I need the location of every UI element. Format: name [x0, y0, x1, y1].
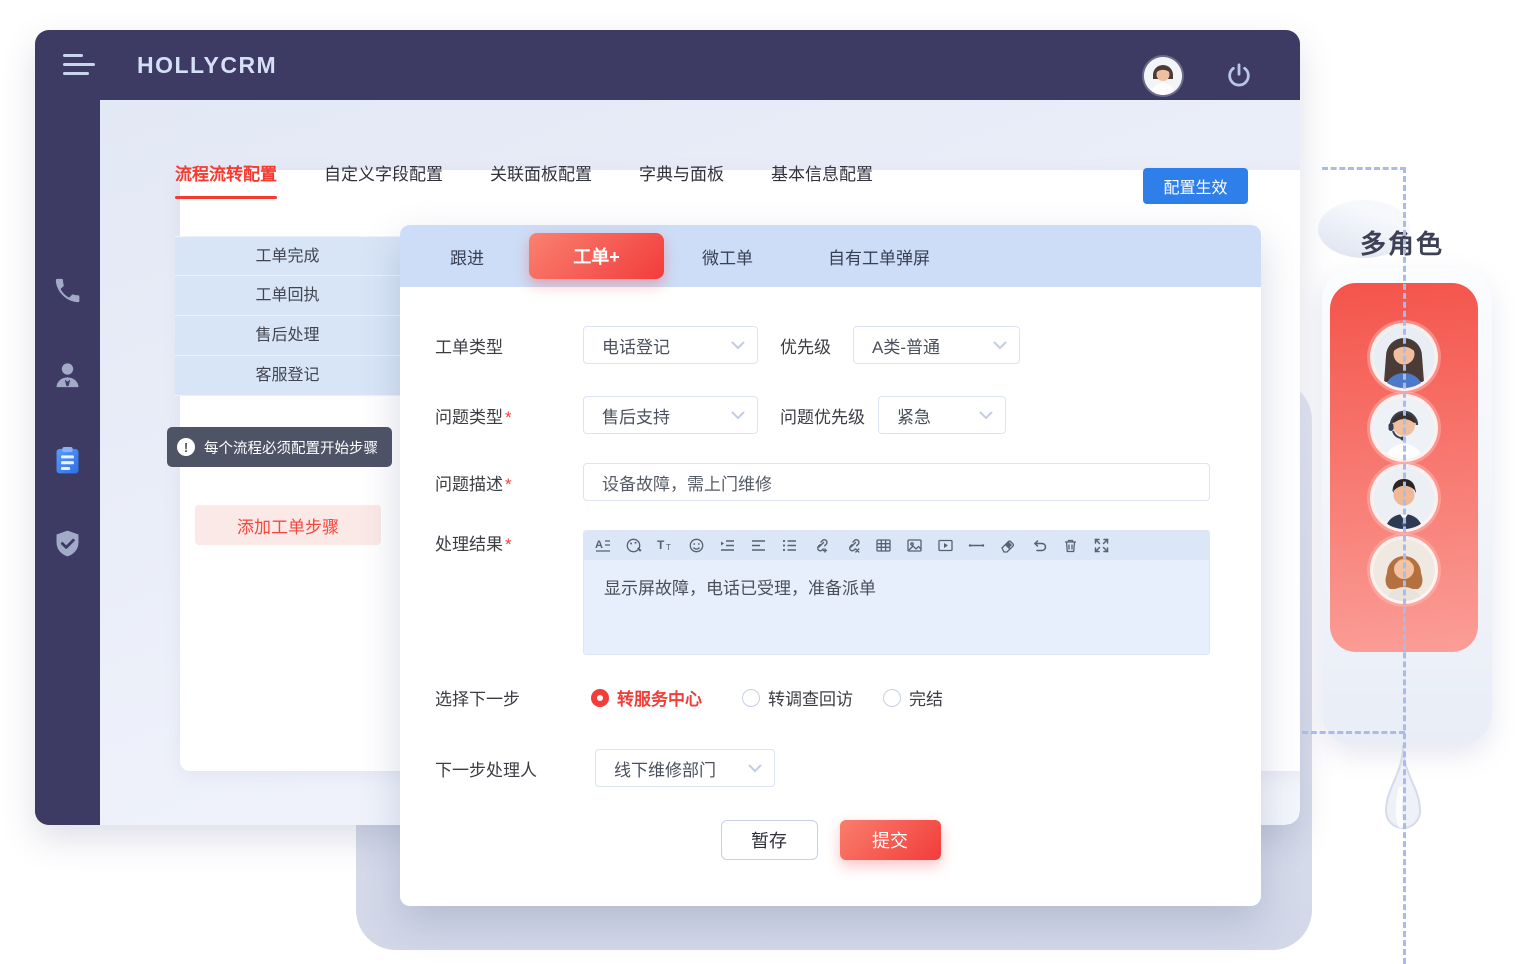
modal-tabbar: 跟进 工单+ 微工单 自有工单弹屏 — [400, 225, 1261, 287]
svg-text:T: T — [657, 538, 665, 552]
radio-checked-icon[interactable] — [591, 689, 609, 707]
tab-basic-info[interactable]: 基本信息配置 — [771, 160, 873, 199]
multi-role-label: 多角色 — [1360, 224, 1444, 261]
tab-dictionary-panel[interactable]: 字典与面板 — [639, 160, 724, 199]
radio-label: 转服务中心 — [617, 685, 702, 710]
radio-label: 完结 — [909, 685, 943, 710]
user-avatar[interactable] — [1144, 57, 1182, 95]
undo-icon[interactable] — [1031, 537, 1048, 554]
field-label: 问题类型* — [435, 403, 583, 428]
sidebar — [35, 100, 100, 825]
field-label: 优先级 — [780, 333, 831, 358]
warning-tooltip: ! 每个流程必须配置开始步骤 — [167, 427, 392, 467]
list-item[interactable]: 工单回执 — [175, 276, 400, 316]
radio-icon[interactable] — [883, 689, 901, 707]
delete-icon[interactable] — [1062, 537, 1079, 554]
menu-icon[interactable] — [63, 54, 99, 78]
tab-custom-fields[interactable]: 自定义字段配置 — [324, 160, 443, 199]
chevron-down-icon — [993, 341, 1007, 350]
list-item[interactable]: 售后处理 — [175, 316, 400, 356]
editor-toolbar: A TT — [584, 531, 1209, 560]
brand-logo: HOLLYCRM — [137, 52, 277, 79]
phone-icon[interactable] — [52, 275, 83, 306]
chevron-down-icon — [979, 411, 993, 420]
tab-linked-panel[interactable]: 关联面板配置 — [490, 160, 592, 199]
save-draft-button[interactable]: 暂存 — [721, 820, 818, 860]
select-value: 电话登记 — [602, 333, 670, 358]
priority-select[interactable]: A类-普通 — [853, 326, 1020, 364]
chevron-down-icon — [731, 411, 745, 420]
workflow-step-list: 工单完成 工单回执 售后处理 客服登记 — [175, 236, 400, 396]
select-value: A类-普通 — [872, 333, 940, 358]
tab-process-flow[interactable]: 流程流转配置 — [175, 160, 277, 199]
exclamation-icon: ! — [177, 438, 195, 456]
tooltip-text: 每个流程必须配置开始步骤 — [204, 437, 378, 458]
app-header: HOLLYCRM — [35, 30, 1300, 100]
select-value: 紧急 — [897, 403, 931, 428]
list-item[interactable]: 客服登记 — [175, 356, 400, 396]
text-style-icon[interactable]: A — [594, 537, 611, 554]
tab-follow-up[interactable]: 跟进 — [450, 244, 484, 269]
eraser-icon[interactable] — [999, 537, 1016, 554]
screen: HOLLYCRM — [0, 0, 1537, 964]
chevron-down-icon — [731, 341, 745, 350]
issue-type-select[interactable]: 售后支持 — [583, 396, 758, 434]
select-value: 售后支持 — [602, 403, 670, 428]
dashed-line — [1322, 167, 1406, 170]
workorder-icon[interactable] — [52, 445, 83, 476]
submit-button[interactable]: 提交 — [840, 820, 941, 860]
apply-config-button[interactable]: 配置生效 — [1143, 168, 1248, 204]
font-size-icon[interactable]: TT — [656, 537, 673, 554]
issue-description-input[interactable] — [583, 463, 1210, 501]
multi-role-card — [1322, 268, 1492, 745]
svg-text:A: A — [595, 539, 603, 551]
list-item[interactable]: 工单完成 — [175, 236, 400, 276]
radio-option[interactable]: 完结 — [883, 685, 943, 710]
horizontal-rule-icon[interactable] — [968, 537, 985, 554]
emoji-icon[interactable] — [688, 537, 705, 554]
fullscreen-icon[interactable] — [1093, 537, 1110, 554]
add-step-button[interactable]: 添加工单步骤 — [195, 505, 381, 545]
contacts-icon[interactable] — [52, 360, 83, 391]
align-icon[interactable] — [750, 537, 767, 554]
result-editor: A TT 显示屏故障，电话已受理，准备派单 — [583, 530, 1210, 655]
field-label: 选择下一步 — [435, 685, 583, 710]
workorder-type-select[interactable]: 电话登记 — [583, 326, 758, 364]
tab-workorder-active[interactable]: 工单+ — [529, 233, 664, 279]
image-icon[interactable] — [906, 537, 923, 554]
issue-priority-select[interactable]: 紧急 — [878, 396, 1006, 434]
remove-link-icon[interactable] — [844, 537, 861, 554]
field-label: 问题优先级 — [780, 403, 865, 428]
palette-icon[interactable] — [625, 537, 642, 554]
power-icon[interactable] — [1225, 62, 1253, 90]
result-textarea[interactable]: 显示屏故障，电话已受理，准备派单 — [584, 560, 1209, 655]
svg-text:T: T — [666, 543, 671, 552]
radio-option[interactable]: 转调查回访 — [742, 685, 853, 710]
list-icon[interactable] — [781, 537, 798, 554]
indent-icon[interactable] — [719, 537, 736, 554]
dashed-line — [1403, 167, 1406, 964]
security-icon[interactable] — [52, 528, 83, 559]
field-label: 处理结果* — [435, 530, 583, 555]
next-handler-select[interactable]: 线下维修部门 — [595, 749, 775, 787]
field-label: 问题描述* — [435, 470, 583, 495]
dashed-line — [1302, 731, 1405, 734]
radio-icon[interactable] — [742, 689, 760, 707]
chevron-down-icon — [748, 764, 762, 773]
tab-micro-workorder[interactable]: 微工单 — [702, 244, 753, 269]
field-label: 工单类型 — [435, 333, 583, 358]
video-icon[interactable] — [937, 537, 954, 554]
config-tabs: 流程流转配置 自定义字段配置 关联面板配置 字典与面板 基本信息配置 — [175, 160, 873, 199]
table-icon[interactable] — [875, 537, 892, 554]
tab-own-popup[interactable]: 自有工单弹屏 — [828, 244, 930, 269]
workorder-modal: 跟进 工单+ 微工单 自有工单弹屏 工单类型 电话登记 优先级 A类-普通 问题… — [400, 225, 1261, 906]
field-label: 下一步处理人 — [435, 756, 595, 781]
select-value: 线下维修部门 — [614, 756, 716, 781]
radio-option[interactable]: 转服务中心 — [591, 685, 702, 710]
radio-label: 转调查回访 — [768, 685, 853, 710]
add-link-icon[interactable] — [812, 537, 829, 554]
